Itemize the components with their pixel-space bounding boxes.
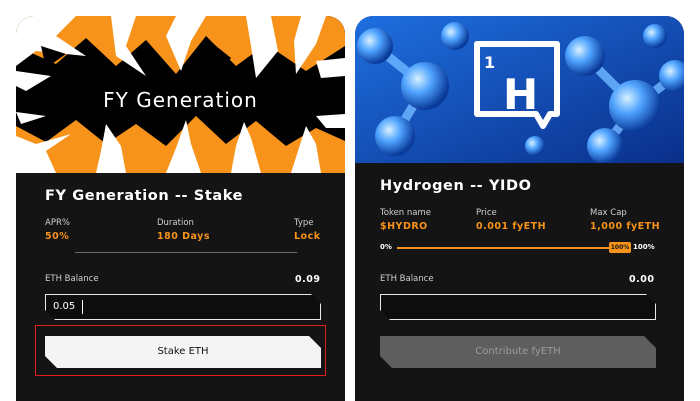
type-value: Lock (294, 231, 321, 242)
card-title: Hydrogen -- YIDO (380, 178, 532, 194)
element-number: 1 (484, 53, 495, 72)
apr-value: 50% (45, 231, 70, 242)
stake-amount-value: 0.05 (53, 301, 76, 312)
balance-label: ETH Balance (380, 274, 434, 284)
progress-min-label: 0% (380, 243, 392, 251)
balance-value: 0.00 (629, 274, 655, 285)
element-letter: H (503, 70, 538, 119)
progress-max-label: 100% (633, 243, 655, 251)
token-name-value: $HYDRO (380, 221, 428, 232)
card-title: FY Generation -- Stake (45, 188, 244, 204)
max-cap-label: Max Cap (590, 208, 627, 218)
duration-label: Duration (157, 218, 194, 228)
text-caret (82, 300, 83, 314)
progress-track (397, 247, 631, 249)
balance-label: ETH Balance (45, 274, 99, 284)
molecule-banner-image: 1 H (355, 16, 684, 163)
stake-banner: FY Generation (16, 16, 345, 173)
apr-label: APR% (45, 218, 70, 228)
type-label: Type (294, 218, 314, 228)
balance-value: 0.09 (295, 274, 321, 285)
ido-banner: 1 H (355, 16, 684, 173)
stake-amount-input[interactable]: 0.05 (45, 294, 321, 320)
duration-value: 180 Days (157, 231, 210, 242)
divider (75, 252, 297, 253)
highlight-box (35, 325, 326, 376)
price-value: 0.001 fyETH (476, 221, 547, 232)
banner-title: FY Generation (103, 88, 258, 112)
price-label: Price (476, 208, 497, 218)
contribute-fyeth-button[interactable]: Contribute fyETH (380, 336, 656, 368)
max-cap-value: 1,000 fyETH (590, 221, 661, 232)
token-name-label: Token name (380, 208, 431, 218)
contribute-amount-input[interactable] (380, 294, 656, 320)
ido-card: 1 H Hydrogen -- YIDO Token name Price Ma… (355, 16, 684, 401)
progress-thumb[interactable]: 100% (609, 242, 631, 253)
